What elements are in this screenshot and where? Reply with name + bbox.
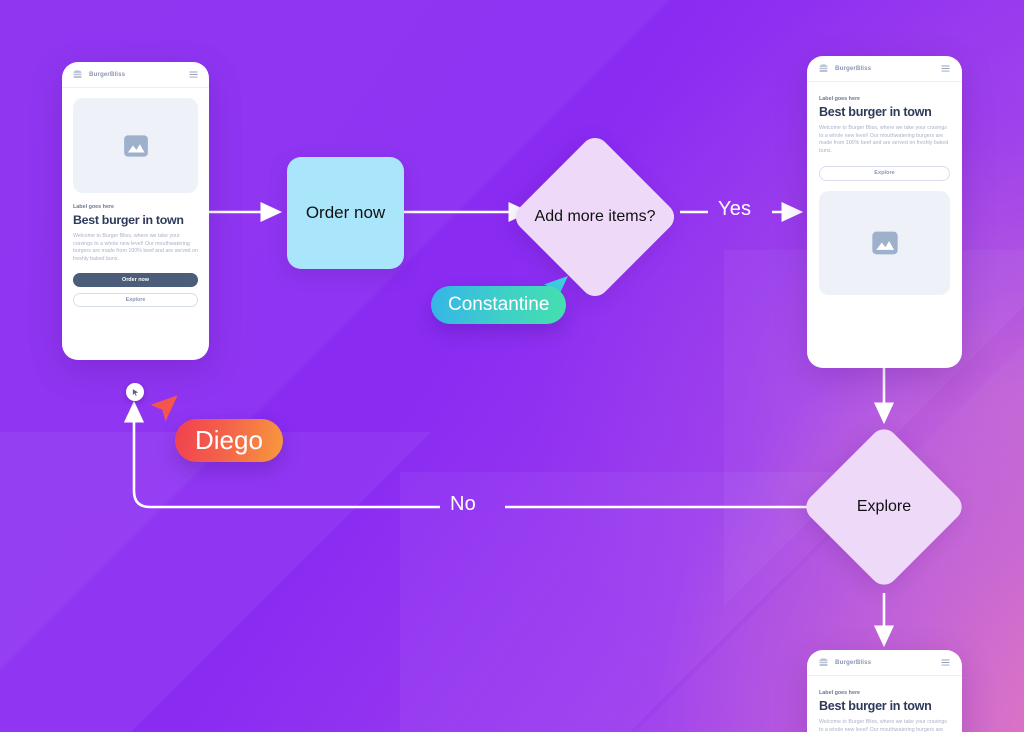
- mouse-pointer-icon: [132, 388, 138, 396]
- hamburger-menu-icon[interactable]: [188, 69, 199, 80]
- eyebrow-label: Label goes here: [819, 690, 861, 696]
- flow-node-order-now[interactable]: Order now: [287, 157, 404, 269]
- body-paragraph: Welcome to Burger Bliss, where we take y…: [819, 125, 949, 155]
- burger-icon: [819, 658, 828, 666]
- brand-name: BurgerBliss: [89, 71, 126, 78]
- edge-label-yes: Yes: [718, 198, 752, 220]
- order-now-button[interactable]: Order now: [73, 272, 198, 287]
- hamburger-menu-icon[interactable]: [940, 63, 951, 74]
- phone-content: Label goes here Best burger in town Welc…: [807, 676, 962, 732]
- hero-image-placeholder: [73, 98, 198, 193]
- phone-header: BurgerBliss: [62, 62, 209, 88]
- cursor-click-target-dot[interactable]: [126, 383, 144, 401]
- phone-header: BurgerBliss: [807, 650, 962, 676]
- body-paragraph: Welcome to Burger Bliss, where we take y…: [73, 233, 198, 263]
- image-placeholder-icon: [123, 134, 148, 157]
- image-placeholder-icon: [871, 231, 898, 255]
- hero-image-placeholder: [819, 190, 950, 295]
- phone-content: Label goes here Best burger in town Welc…: [62, 88, 209, 360]
- brand-logo: BurgerBliss: [72, 69, 125, 80]
- phone-mockup-right-top[interactable]: BurgerBliss Label goes here Best burger …: [807, 56, 962, 368]
- burger-icon: [73, 70, 82, 78]
- background-band-left: [0, 432, 480, 732]
- design-canvas: BurgerBliss Label goes here Best burger …: [0, 0, 1024, 732]
- explore-button[interactable]: Explore: [73, 292, 198, 307]
- phone-mockup-bottom[interactable]: BurgerBliss Label goes here Best burger …: [807, 650, 962, 732]
- cursor-pointer-diego-icon: [150, 395, 178, 422]
- burger-icon: [819, 64, 828, 72]
- page-title: Best burger in town: [73, 213, 184, 227]
- phone-content: Label goes here Best burger in town Welc…: [807, 82, 962, 368]
- flow-node-explore[interactable]: [800, 423, 968, 591]
- cursor-label-diego: Diego: [175, 419, 283, 462]
- edge-label-no: No: [450, 493, 476, 515]
- body-paragraph: Welcome to Burger Bliss, where we take y…: [819, 719, 947, 732]
- cursor-label-constantine: Constantine: [431, 286, 567, 324]
- brand-name: BurgerBliss: [835, 659, 872, 666]
- eyebrow-label: Label goes here: [73, 204, 115, 210]
- phone-mockup-left[interactable]: BurgerBliss Label goes here Best burger …: [62, 62, 209, 360]
- eyebrow-label: Label goes here: [819, 96, 861, 102]
- flow-node-add-more-items[interactable]: [510, 132, 680, 302]
- explore-button[interactable]: Explore: [819, 165, 950, 181]
- page-title: Best burger in town: [819, 699, 932, 713]
- brand-logo: BurgerBliss: [818, 63, 871, 74]
- phone-header: BurgerBliss: [807, 56, 962, 82]
- hamburger-menu-icon[interactable]: [940, 657, 951, 668]
- brand-logo: BurgerBliss: [818, 657, 871, 668]
- page-title: Best burger in town: [819, 105, 932, 119]
- brand-name: BurgerBliss: [835, 65, 872, 72]
